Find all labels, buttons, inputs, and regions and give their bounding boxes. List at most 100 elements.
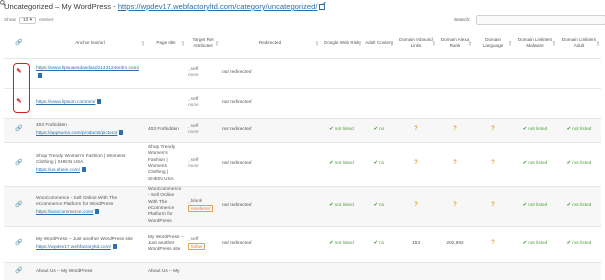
copy-icon[interactable] (38, 72, 42, 78)
redirect-status: not redirected (220, 186, 320, 227)
anchor-text: My WordPress – Just another WordPress si… (36, 237, 133, 243)
redirect-status: not redirected (220, 142, 320, 187)
col-icon-header: 🔗 (4, 29, 34, 59)
col-language[interactable]: Domain Language ▲ ▼ (473, 29, 513, 59)
anchor-url[interactable]: https://www.lipsum.commm/ (36, 100, 95, 105)
table-row: 🔗 Shop Trendy Women's Fashion | Womens Cl… (4, 142, 601, 187)
sort-icon: ▲ ▼ (315, 39, 319, 47)
redirect-status: not redirected (220, 118, 320, 143)
entries-label: entries (39, 18, 54, 23)
status-ok: ✔ not listed (329, 240, 354, 246)
check-icon: ✔ (566, 202, 571, 208)
external-link-icon[interactable] (319, 4, 326, 10)
check-icon: ✔ (373, 202, 378, 208)
col-linkiters[interactable]: Domain Linkiters Malware ▲ ▼ (513, 29, 557, 59)
page-title-cell: Shop Trendy Women's Fashion | Womens Clo… (146, 142, 186, 187)
anchor-url[interactable]: https://woocommerce.com/ (36, 210, 93, 215)
redirect-status: not redirected (220, 226, 320, 263)
col-linkiters-adult[interactable]: Domain Linkiters Adult ▲ ▼ (557, 29, 601, 59)
unknown-value: ? (453, 202, 457, 209)
anchor-text: About Us – My WordPress (36, 268, 93, 274)
anchor-text: 403 Forbidden (36, 123, 67, 129)
copy-icon[interactable] (97, 99, 102, 105)
page-title-cell (146, 88, 186, 119)
link-icon[interactable]: 🔗 (15, 126, 22, 132)
anchor-url[interactable]: https://us.shein.com/ (36, 168, 80, 173)
rel-value: none (188, 164, 199, 169)
status-ok: ✔ no (373, 160, 385, 166)
link-icon[interactable]: 🔗 (15, 240, 22, 246)
anchor-url[interactable]: https://wpdev17.webfactoryltd.com/ (36, 245, 111, 250)
domain-value: 153 (411, 240, 420, 246)
col-anchor[interactable]: Anchor text/url ▲ ▼ (34, 29, 146, 59)
page-title-cell: My WordPress – Just another WordPress si… (146, 226, 186, 263)
anchor-url[interactable]: https://www.lipsuaesdasdasd2143124erdm.c… (36, 66, 139, 71)
check-icon: ✔ (566, 160, 571, 166)
check-icon: ✔ (522, 240, 527, 246)
col-page-title[interactable]: Page title ▲ ▼ (146, 29, 186, 59)
table-row: 🔗 403 Forbidden https://appsumo.com/produc… (4, 118, 601, 143)
check-icon: ✔ (522, 160, 527, 166)
entries-select[interactable]: 10 ▾ (19, 17, 37, 24)
col-adult[interactable]: Adult Content ▲ ▼ (363, 29, 395, 59)
category-url-link[interactable]: https://wpdev17.webfactoryltd.com/catego… (118, 2, 318, 11)
status-ok: ✔ not listed (329, 160, 354, 166)
link-icon[interactable]: 🔗 (15, 268, 22, 274)
status-ok: ✔ not listed (522, 160, 548, 166)
col-alexa[interactable]: Domain Alexa Rank ▲ ▼ (437, 29, 473, 59)
status-ok: ✔ no (373, 240, 385, 246)
table-row: ✎ https://www.lipsum.commm/_self none not r… (4, 88, 601, 119)
anchor-text: Shop Trendy Women's Fashion | Womens Clo… (36, 154, 126, 166)
check-icon: ✔ (373, 160, 378, 166)
show-entries-control: Show 10 ▾ entries (4, 17, 54, 24)
unknown-value: ? (453, 160, 457, 167)
search-input[interactable] (475, 15, 605, 25)
status-ok: ✔ not listed (566, 240, 592, 246)
status-ok: ✔ no (373, 126, 385, 132)
table-row: 🔗 My WordPress – Just another WordPress s… (4, 226, 601, 263)
show-label: Show (4, 18, 16, 23)
sort-icon: ▲ ▼ (390, 39, 394, 47)
rel-value: none (188, 73, 199, 78)
page-title-cell: WooCommerce - Sell Online With The eComm… (146, 186, 186, 227)
check-icon: ✔ (329, 240, 334, 246)
redirect-status: not redirected (220, 58, 320, 89)
check-icon: ✔ (329, 126, 334, 132)
col-inbound[interactable]: Domain Inbound Links ▲ ▼ (395, 29, 437, 59)
col-redirected[interactable]: Redirected ▲ ▼ (220, 29, 320, 59)
status-ok: ✔ not listed (566, 202, 592, 208)
anchor-text: WooCommerce - Sell Online With The eComm… (36, 196, 118, 208)
anchor-url[interactable]: https://appsumo.com/products/pictoro/ (36, 131, 117, 136)
col-google-risk[interactable]: Google Web Risk ▲ ▼ (320, 29, 363, 59)
status-ok: ✔ not listed (329, 126, 354, 132)
search-label: Search: (454, 17, 471, 23)
rel-value: none (188, 103, 199, 108)
link-icon[interactable]: 🔗 (15, 160, 22, 166)
copy-icon[interactable] (95, 208, 100, 214)
unknown-value: ? (414, 126, 418, 133)
copy-icon[interactable] (82, 166, 86, 172)
unknown-value: ? (491, 240, 495, 247)
copy-icon[interactable] (119, 129, 124, 135)
check-icon: ✔ (522, 126, 527, 132)
links-table: 🔗 Anchor text/url ▲ ▼ Page title ▲ ▼ Target … (4, 29, 601, 280)
link-icon[interactable]: 🔗 (15, 202, 22, 208)
sort-icon: ▲ ▼ (508, 39, 512, 47)
col-target-rel[interactable]: Target Rel Attributes ▲ ▼ (186, 29, 220, 59)
sort-icon: ▲ ▼ (358, 39, 362, 47)
domain-value: 202,882 (446, 240, 464, 246)
unknown-value: ? (491, 126, 495, 133)
check-icon: ✔ (329, 160, 334, 166)
copy-icon[interactable] (112, 243, 117, 249)
check-icon: ✔ (373, 240, 378, 246)
check-icon: ✔ (329, 202, 334, 208)
table-row: 🔗 About Us – My WordPress About Us – My (4, 262, 601, 280)
table-row: 🔗 WooCommerce - Sell Online With The eCom… (4, 186, 601, 227)
unknown-value: ? (491, 160, 495, 167)
check-icon: ✔ (566, 240, 571, 246)
link-icon: 🔗 (15, 40, 23, 47)
sort-icon: ▲ ▼ (215, 39, 219, 47)
status-ok: ✔ not listed (522, 240, 548, 246)
sort-icon: ▲ ▼ (596, 39, 600, 47)
rel-value: none (188, 130, 199, 135)
